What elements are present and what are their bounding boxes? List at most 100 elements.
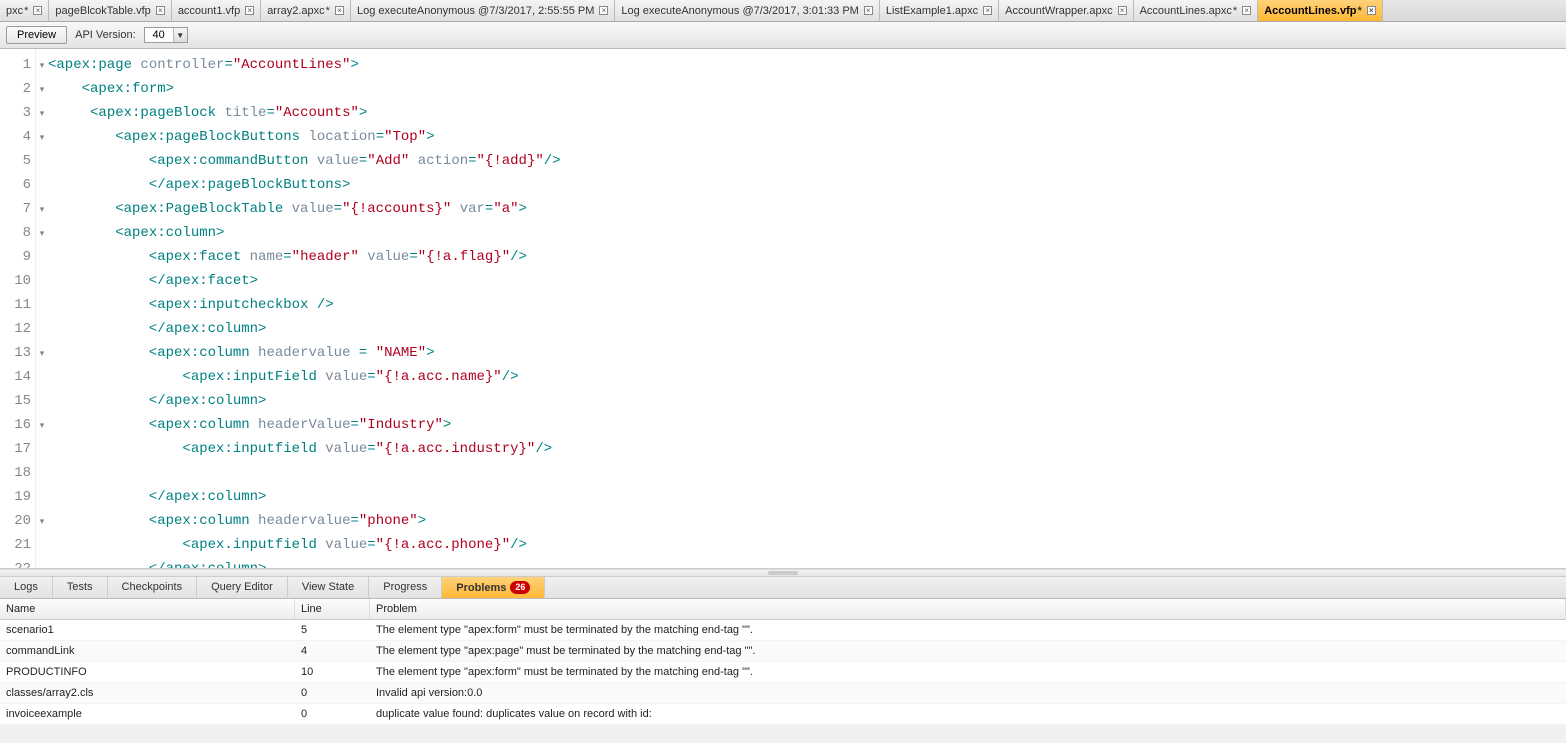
tab-problems[interactable]: Problems 26 bbox=[442, 577, 545, 598]
line-number: 7 bbox=[0, 197, 35, 221]
code-line[interactable]: <apex:commandButton value="Add" action="… bbox=[48, 149, 1566, 173]
fold-marker[interactable]: ▾ bbox=[36, 125, 48, 149]
col-header-line[interactable]: Line bbox=[295, 599, 370, 619]
close-icon[interactable]: × bbox=[1367, 6, 1376, 15]
file-tab-label: ListExample1.apxc bbox=[886, 5, 978, 17]
fold-marker bbox=[36, 557, 48, 569]
close-icon[interactable]: × bbox=[599, 6, 608, 15]
api-version-select[interactable]: ▼ bbox=[144, 27, 188, 43]
tab-progress[interactable]: Progress bbox=[369, 577, 442, 598]
code-line[interactable]: </apex:column> bbox=[48, 317, 1566, 341]
code-line[interactable]: </apex:column> bbox=[48, 557, 1566, 568]
close-icon[interactable]: × bbox=[245, 6, 254, 15]
close-icon[interactable]: × bbox=[1242, 6, 1251, 15]
fold-marker[interactable]: ▾ bbox=[36, 101, 48, 125]
cell-problem: The element type "apex:form" must be ter… bbox=[370, 620, 1566, 640]
code-line[interactable]: </apex:column> bbox=[48, 389, 1566, 413]
file-tab[interactable]: AccountLines.apxc *× bbox=[1134, 0, 1259, 21]
fold-marker[interactable]: ▾ bbox=[36, 509, 48, 533]
tab-logs[interactable]: Logs bbox=[0, 577, 53, 598]
code-line[interactable]: </apex:pageBlockButtons> bbox=[48, 173, 1566, 197]
problems-row[interactable]: scenario15The element type "apex:form" m… bbox=[0, 620, 1566, 641]
fold-marker[interactable]: ▾ bbox=[36, 53, 48, 77]
line-number: 21 bbox=[0, 533, 35, 557]
line-number-gutter: 12345678910111213141516171819202122 bbox=[0, 49, 36, 568]
file-tab[interactable]: Log executeAnonymous @7/3/2017, 2:55:55 … bbox=[351, 0, 615, 21]
fold-gutter: ▾▾▾▾▾▾▾▾▾ bbox=[36, 49, 48, 568]
preview-button[interactable]: Preview bbox=[6, 26, 67, 44]
fold-marker[interactable]: ▾ bbox=[36, 197, 48, 221]
fold-marker[interactable]: ▾ bbox=[36, 221, 48, 245]
file-tab-label: array2.apxc bbox=[267, 5, 324, 17]
close-icon[interactable]: × bbox=[335, 6, 344, 15]
tab-query-editor[interactable]: Query Editor bbox=[197, 577, 288, 598]
code-line[interactable]: <apex:inputcheckbox /> bbox=[48, 293, 1566, 317]
code-line[interactable]: <apex:pageBlockButtons location="Top"> bbox=[48, 125, 1566, 149]
api-version-input[interactable] bbox=[145, 28, 173, 42]
code-line[interactable]: </apex:facet> bbox=[48, 269, 1566, 293]
chevron-down-icon[interactable]: ▼ bbox=[173, 28, 187, 42]
cell-name: scenario1 bbox=[0, 620, 295, 640]
fold-marker[interactable]: ▾ bbox=[36, 413, 48, 437]
line-number: 10 bbox=[0, 269, 35, 293]
file-tab[interactable]: AccountWrapper.apxc× bbox=[999, 0, 1133, 21]
code-line[interactable]: <apex:facet name="header" value="{!a.fla… bbox=[48, 245, 1566, 269]
fold-marker bbox=[36, 245, 48, 269]
tab-view-state[interactable]: View State bbox=[288, 577, 369, 598]
code-line[interactable]: <apex:form> bbox=[48, 77, 1566, 101]
code-line[interactable]: <apex:column headervalue = "NAME"> bbox=[48, 341, 1566, 365]
cell-problem: duplicate value found: duplicates value … bbox=[370, 704, 1566, 724]
fold-marker bbox=[36, 293, 48, 317]
line-number: 20 bbox=[0, 509, 35, 533]
code-line[interactable]: <apex:column headerValue="Industry"> bbox=[48, 413, 1566, 437]
api-version-label: API Version: bbox=[75, 29, 136, 41]
close-icon[interactable]: × bbox=[33, 6, 42, 15]
code-line[interactable]: <apex:inputfield value="{!a.acc.industry… bbox=[48, 437, 1566, 461]
tab-tests[interactable]: Tests bbox=[53, 577, 108, 598]
fold-marker[interactable]: ▾ bbox=[36, 341, 48, 365]
code-line[interactable] bbox=[48, 461, 1566, 485]
code-line[interactable]: <apex:PageBlockTable value="{!accounts}"… bbox=[48, 197, 1566, 221]
cell-name: PRODUCTINFO bbox=[0, 662, 295, 682]
code-line[interactable]: <apex:pageBlock title="Accounts"> bbox=[48, 101, 1566, 125]
problems-row[interactable]: invoiceexample0duplicate value found: du… bbox=[0, 704, 1566, 725]
line-number: 5 bbox=[0, 149, 35, 173]
file-tab[interactable]: pageBlcokTable.vfp × bbox=[49, 0, 171, 21]
problems-row[interactable]: commandLink4The element type "apex:page"… bbox=[0, 641, 1566, 662]
code-line[interactable]: <apex:inputField value="{!a.acc.name}"/> bbox=[48, 365, 1566, 389]
code-line[interactable]: <apex.inputfield value="{!a.acc.phone}"/… bbox=[48, 533, 1566, 557]
code-line[interactable]: <apex:column headervalue="phone"> bbox=[48, 509, 1566, 533]
code-line[interactable]: </apex:column> bbox=[48, 485, 1566, 509]
close-icon[interactable]: × bbox=[156, 6, 165, 15]
code-line[interactable]: <apex:column> bbox=[48, 221, 1566, 245]
problems-count-badge: 26 bbox=[510, 581, 530, 594]
tab-checkpoints[interactable]: Checkpoints bbox=[108, 577, 198, 598]
col-header-name[interactable]: Name bbox=[0, 599, 295, 619]
fold-marker bbox=[36, 317, 48, 341]
line-number: 17 bbox=[0, 437, 35, 461]
code-area[interactable]: <apex:page controller="AccountLines"> <a… bbox=[48, 49, 1566, 568]
file-tab[interactable]: array2.apxc *× bbox=[261, 0, 351, 21]
file-tab[interactable]: pxc *× bbox=[0, 0, 49, 21]
fold-marker[interactable]: ▾ bbox=[36, 77, 48, 101]
close-icon[interactable]: × bbox=[864, 6, 873, 15]
problems-row[interactable]: PRODUCTINFO10The element type "apex:form… bbox=[0, 662, 1566, 683]
cell-problem: The element type "apex:form" must be ter… bbox=[370, 662, 1566, 682]
problems-grid-body: scenario15The element type "apex:form" m… bbox=[0, 620, 1566, 725]
file-tab[interactable]: Log executeAnonymous @7/3/2017, 3:01:33 … bbox=[615, 0, 879, 21]
pane-splitter[interactable] bbox=[0, 569, 1566, 577]
fold-marker bbox=[36, 149, 48, 173]
close-icon[interactable]: × bbox=[983, 6, 992, 15]
cell-line: 10 bbox=[295, 662, 370, 682]
file-tab[interactable]: account1.vfp× bbox=[172, 0, 261, 21]
code-line[interactable]: <apex:page controller="AccountLines"> bbox=[48, 53, 1566, 77]
line-number: 1 bbox=[0, 53, 35, 77]
close-icon[interactable]: × bbox=[1118, 6, 1127, 15]
file-tab-label: pageBlcokTable.vfp bbox=[55, 5, 150, 17]
file-tab[interactable]: ListExample1.apxc × bbox=[880, 0, 999, 21]
file-tab[interactable]: AccountLines.vfp *× bbox=[1258, 0, 1383, 21]
fold-marker bbox=[36, 389, 48, 413]
col-header-problem[interactable]: Problem bbox=[370, 599, 1566, 619]
problems-row[interactable]: classes/array2.cls0Invalid api version:0… bbox=[0, 683, 1566, 704]
line-number: 3 bbox=[0, 101, 35, 125]
